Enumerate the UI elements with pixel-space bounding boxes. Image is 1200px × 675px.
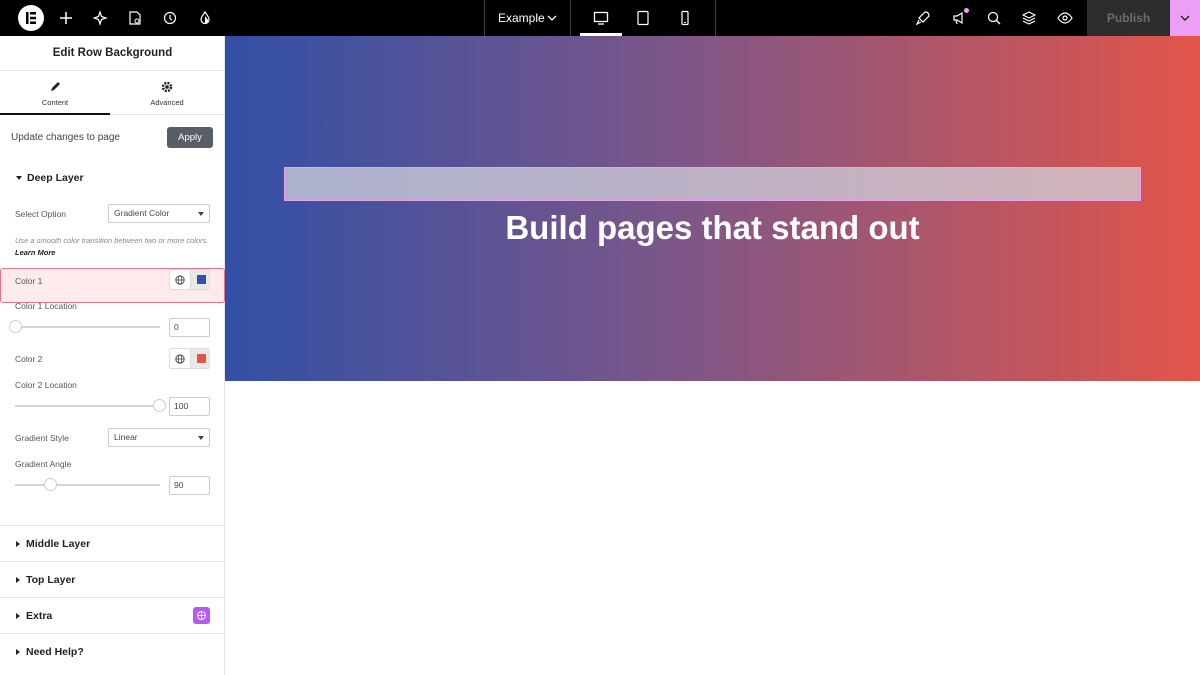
- color-2-location-slider[interactable]: [15, 399, 166, 412]
- color-1-swatch[interactable]: [197, 275, 206, 284]
- section-title: Need Help?: [26, 646, 84, 658]
- gradient-style-label: Gradient Style: [15, 433, 69, 443]
- pencil-icon: [51, 82, 60, 91]
- color-swatch-wrap[interactable]: [190, 270, 210, 289]
- gradient-angle-label: Gradient Angle: [15, 459, 72, 469]
- learn-more-link[interactable]: Learn More: [15, 248, 55, 257]
- rocket-icon[interactable]: [913, 8, 933, 28]
- select-value: Gradient Color: [114, 208, 170, 218]
- gradient-style-dropdown[interactable]: Linear: [108, 428, 210, 447]
- page-settings-icon[interactable]: [125, 8, 145, 28]
- caret-right-icon: [16, 649, 20, 656]
- slider-handle[interactable]: [44, 478, 57, 491]
- tab-content[interactable]: Content: [0, 72, 110, 115]
- divider: [715, 0, 716, 36]
- color-2-location-label: Color 2 Location: [15, 380, 77, 390]
- panel-tabs: Content Advanced: [0, 72, 225, 115]
- editor-panel: Edit Row Background Content Advanced Upd…: [0, 36, 225, 675]
- section-title: Extra: [26, 610, 53, 622]
- gradient-angle-slider[interactable]: [15, 478, 160, 491]
- desktop-icon[interactable]: [591, 8, 611, 28]
- caret-right-icon: [16, 541, 20, 548]
- section-need-help[interactable]: Need Help?: [16, 646, 84, 658]
- site-settings-icon[interactable]: [195, 8, 215, 28]
- section-middle-layer[interactable]: Middle Layer: [16, 538, 90, 550]
- section-top-layer[interactable]: Top Layer: [16, 574, 75, 586]
- globe-icon[interactable]: [175, 275, 185, 285]
- divider: [0, 633, 225, 634]
- tab-label: Advanced: [150, 98, 184, 107]
- history-icon[interactable]: [160, 8, 180, 28]
- chevron-down-icon: [1180, 15, 1190, 21]
- select-value: Linear: [114, 432, 138, 442]
- notification-dot: [964, 8, 969, 13]
- section-deep-layer[interactable]: Deep Layer: [16, 172, 84, 184]
- page-name[interactable]: Example: [498, 0, 545, 36]
- section-title: Middle Layer: [26, 538, 91, 550]
- divider: [484, 0, 485, 36]
- color-1-location-input[interactable]: 0: [169, 318, 210, 337]
- help-text-body: Use a smooth color transition between tw…: [15, 236, 209, 245]
- color-1-label: Color 1: [15, 276, 43, 286]
- mobile-icon[interactable]: [675, 8, 695, 28]
- ai-help-icon[interactable]: [193, 607, 210, 624]
- ai-sparkle-icon[interactable]: [91, 8, 111, 28]
- search-icon[interactable]: [984, 8, 1004, 28]
- divider: [0, 525, 225, 526]
- publish-options-button[interactable]: [1170, 0, 1200, 36]
- hero-heading[interactable]: Build pages that stand out: [225, 209, 1200, 247]
- caret-right-icon: [16, 577, 20, 584]
- publish-button[interactable]: Publish: [1087, 0, 1170, 36]
- color-2-swatch[interactable]: [197, 354, 206, 363]
- section-title: Deep Layer: [27, 172, 84, 184]
- top-bar: Example Publish: [0, 0, 1200, 36]
- gear-icon: [161, 81, 173, 93]
- panel-title: Edit Row Background: [0, 36, 225, 71]
- caret-right-icon: [16, 613, 20, 620]
- caret-down-icon: [198, 436, 204, 440]
- divider: [0, 597, 225, 598]
- chevron-down-icon[interactable]: [546, 12, 558, 24]
- caret-down-icon: [16, 176, 22, 181]
- slider-handle[interactable]: [153, 399, 166, 412]
- update-changes-text: Update changes to page: [11, 132, 120, 143]
- add-element-icon[interactable]: [56, 8, 76, 28]
- apply-button[interactable]: Apply: [167, 127, 213, 148]
- help-text: Use a smooth color transition between tw…: [15, 235, 215, 259]
- preview-eye-icon[interactable]: [1055, 8, 1075, 28]
- tablet-icon[interactable]: [633, 8, 653, 28]
- color-1-location-label: Color 1 Location: [15, 301, 77, 311]
- divider: [570, 0, 571, 36]
- tab-label: Content: [41, 98, 69, 107]
- color-1-picker[interactable]: [169, 269, 210, 290]
- select-option-label: Select Option: [15, 209, 67, 219]
- section-title: Top Layer: [26, 574, 76, 586]
- color-1-location-slider[interactable]: [9, 320, 160, 333]
- tab-advanced[interactable]: Advanced: [112, 72, 222, 115]
- divider: [0, 561, 225, 562]
- color-2-label: Color 2: [15, 354, 43, 364]
- elementor-logo-icon[interactable]: [18, 5, 44, 31]
- color-2-location-input[interactable]: 100: [169, 397, 210, 416]
- gradient-angle-input[interactable]: 90: [169, 476, 210, 495]
- section-extra[interactable]: Extra: [16, 610, 52, 622]
- globe-icon[interactable]: [175, 354, 185, 364]
- slider-handle[interactable]: [9, 320, 22, 333]
- select-option-dropdown[interactable]: Gradient Color: [108, 204, 210, 223]
- layers-icon[interactable]: [1019, 8, 1039, 28]
- caret-down-icon: [198, 212, 204, 216]
- color-swatch-wrap[interactable]: [190, 349, 210, 368]
- selected-element-placeholder[interactable]: [284, 167, 1141, 201]
- color-2-picker[interactable]: [169, 348, 210, 369]
